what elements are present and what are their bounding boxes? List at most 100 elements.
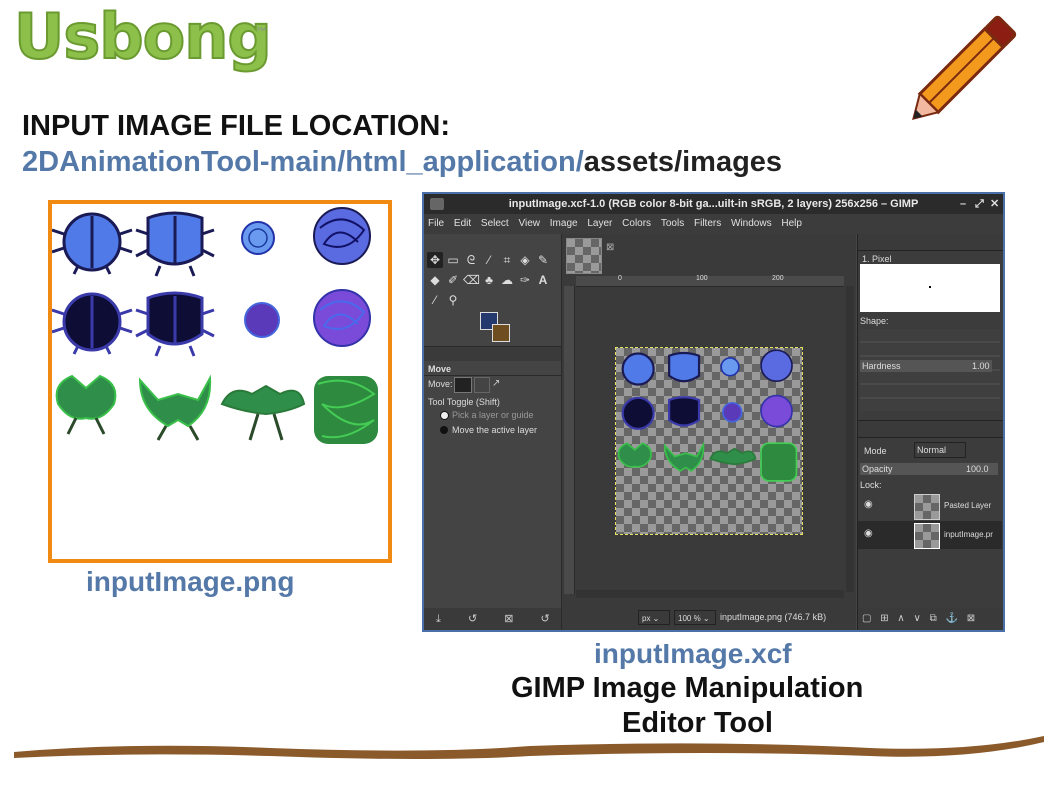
crop-tool-icon[interactable]: ⌗ xyxy=(499,252,515,268)
close-tab-icon[interactable]: ⊠ xyxy=(606,242,614,253)
new-group-icon[interactable]: ⊞ xyxy=(880,613,888,624)
warp-tool-icon[interactable]: ✎ xyxy=(535,252,551,268)
layer-thumbnail xyxy=(914,523,940,549)
eraser-tool-icon[interactable]: ⌫ xyxy=(463,272,480,288)
menu-select[interactable]: Select xyxy=(481,218,509,229)
close-icon[interactable]: ✕ xyxy=(990,194,999,214)
bucket-fill-tool-icon[interactable]: ◆ xyxy=(427,272,443,288)
radio-pick-layer[interactable] xyxy=(440,411,449,420)
trademark-symbol: ™ xyxy=(256,26,267,38)
tool-options-title: Move xyxy=(428,364,452,374)
toolbox-panel: ✥ ▭ ᘓ ⁄ ⌗ ◈ ✎ ◆ ✐ ⌫ ♣ ☁ ✑ A ⁄ ⚲ Move Mov… xyxy=(424,234,562,630)
gimp-icon xyxy=(430,198,444,210)
brush-preview xyxy=(860,264,1000,312)
hardness-label: Hardness xyxy=(862,361,901,371)
visibility-eye-icon[interactable]: ◉ xyxy=(864,528,873,539)
layer-name: Pasted Layer xyxy=(944,501,992,510)
opacity-label: Opacity xyxy=(862,464,893,474)
paths-tool-icon[interactable]: ✑ xyxy=(517,272,533,288)
restore-icon[interactable]: ⤢ xyxy=(975,194,984,214)
move-label: Move: xyxy=(428,379,453,389)
menu-edit[interactable]: Edit xyxy=(454,218,471,229)
horizontal-scrollbar[interactable] xyxy=(576,590,844,598)
move-path-option-icon[interactable]: ↗ xyxy=(492,377,506,391)
duplicate-layer-icon[interactable]: ⧉ xyxy=(930,613,937,624)
scribble-sprite xyxy=(244,302,280,338)
vertical-scrollbar[interactable] xyxy=(846,286,854,592)
menu-view[interactable]: View xyxy=(519,218,541,229)
lower-layer-icon[interactable]: ∨ xyxy=(914,613,921,624)
window-titlebar: inputImage.xcf-1.0 (RGB color 8-bit ga..… xyxy=(424,194,1003,214)
background-color-swatch[interactable] xyxy=(492,324,510,342)
mode-value: Normal xyxy=(917,445,947,455)
layer-row-active[interactable]: ◉ inputImage.pr xyxy=(858,521,1002,549)
reset-options-icon[interactable]: ↺ xyxy=(541,613,550,625)
vertical-ruler xyxy=(564,286,575,594)
move-selection-option-icon[interactable] xyxy=(474,377,490,393)
brush-name: 1. Pixel xyxy=(862,254,892,264)
menu-filters[interactable]: Filters xyxy=(694,218,721,229)
file-path: 2DAnimationTool-main/html_application/as… xyxy=(22,146,782,179)
move-tool-icon[interactable]: ✥ xyxy=(427,252,443,268)
restore-options-icon[interactable]: ↺ xyxy=(468,613,477,625)
brown-brush-stroke xyxy=(14,736,1044,759)
scribble-sprite xyxy=(314,376,378,444)
layer-name: inputImage.pr xyxy=(944,530,993,539)
gimp-window: inputImage.xcf-1.0 (RGB color 8-bit ga..… xyxy=(422,192,1005,632)
rect-select-tool-icon[interactable]: ▭ xyxy=(445,252,461,268)
window-title: inputImage.xcf-1.0 (RGB color 8-bit ga..… xyxy=(508,198,919,210)
menu-layer[interactable]: Layer xyxy=(587,218,612,229)
menu-image[interactable]: Image xyxy=(550,218,578,229)
opacity-slider[interactable]: Opacity 100.0 xyxy=(860,463,998,475)
unit-value: px xyxy=(642,614,651,623)
move-layer-option-icon[interactable] xyxy=(454,377,472,393)
smudge-tool-icon[interactable]: ☁ xyxy=(499,272,515,288)
text-tool-icon[interactable]: A xyxy=(535,272,551,288)
layer-row[interactable]: ◉ Pasted Layer xyxy=(858,492,1002,520)
zoom-select[interactable]: 100 % ⌄ xyxy=(674,610,716,625)
status-bar: px ⌄ 100 % ⌄ inputImage.png (746.7 kB) xyxy=(562,606,856,630)
divider xyxy=(424,375,561,376)
layers-bottom-bar: ▢ ⊞ ∧ ∨ ⧉ ⚓ ⊠ xyxy=(858,608,1003,630)
canvas-sprites xyxy=(617,349,798,482)
menu-colors[interactable]: Colors xyxy=(622,218,651,229)
anchor-layer-icon[interactable]: ⚓ xyxy=(946,613,958,624)
beetle-sprite xyxy=(51,292,133,355)
paintbrush-tool-icon[interactable]: ✐ xyxy=(445,272,461,288)
image-tab-thumbnail[interactable] xyxy=(566,238,602,274)
new-layer-icon[interactable]: ▢ xyxy=(862,613,871,624)
visibility-eye-icon[interactable]: ◉ xyxy=(864,499,873,510)
zoom-value: 100 % xyxy=(678,614,701,623)
lasso-tool-icon[interactable]: ᘓ xyxy=(463,252,479,268)
hardness-slider[interactable]: Hardness 1.00 xyxy=(860,360,992,372)
toolbox-bottom-bar: ⤓ ↺ ⊠ ↺ xyxy=(424,608,561,630)
raise-layer-icon[interactable]: ∧ xyxy=(897,613,904,624)
fuzzy-select-tool-icon[interactable]: ⁄ xyxy=(481,252,497,268)
mode-select[interactable]: Normal xyxy=(914,442,966,458)
unit-select[interactable]: px ⌄ xyxy=(638,610,670,625)
menu-help[interactable]: Help xyxy=(781,218,802,229)
beetle-sprite xyxy=(135,291,215,357)
menu-windows[interactable]: Windows xyxy=(731,218,772,229)
menu-tools[interactable]: Tools xyxy=(661,218,684,229)
beetle-sprite xyxy=(135,211,215,277)
color-picker-tool-icon[interactable]: ⁄ xyxy=(427,292,443,308)
minimize-icon[interactable]: – xyxy=(960,194,966,214)
leaf-sprite xyxy=(55,374,117,435)
image-canvas[interactable] xyxy=(615,347,803,535)
clone-tool-icon[interactable]: ♣ xyxy=(481,272,497,288)
delete-layer-icon[interactable]: ⊠ xyxy=(967,613,975,624)
radio-move-active[interactable] xyxy=(440,426,448,434)
delete-options-icon[interactable]: ⊠ xyxy=(504,613,513,625)
save-options-icon[interactable]: ⤓ xyxy=(436,613,441,625)
menu-file[interactable]: File xyxy=(428,218,444,229)
transform-tool-icon[interactable]: ◈ xyxy=(517,252,533,268)
canvas-area: ⊠ 0 100 200 px ⌄ 100 % ⌄ inputImage.png … xyxy=(562,234,856,630)
file-path-folder: 2DAnimationTool-main/html_application/ xyxy=(22,146,584,178)
zoom-tool-icon[interactable]: ⚲ xyxy=(445,292,461,308)
option-pick-layer: Pick a layer or guide xyxy=(452,410,534,420)
right-dock: 1. Pixel Shape: Hardness 1.00 Mode Norma… xyxy=(857,234,1003,630)
caption-gimp-line1: GIMP Image Manipulation xyxy=(511,672,864,704)
page-heading: INPUT IMAGE FILE LOCATION: xyxy=(22,110,450,142)
layer-thumbnail xyxy=(914,494,940,520)
